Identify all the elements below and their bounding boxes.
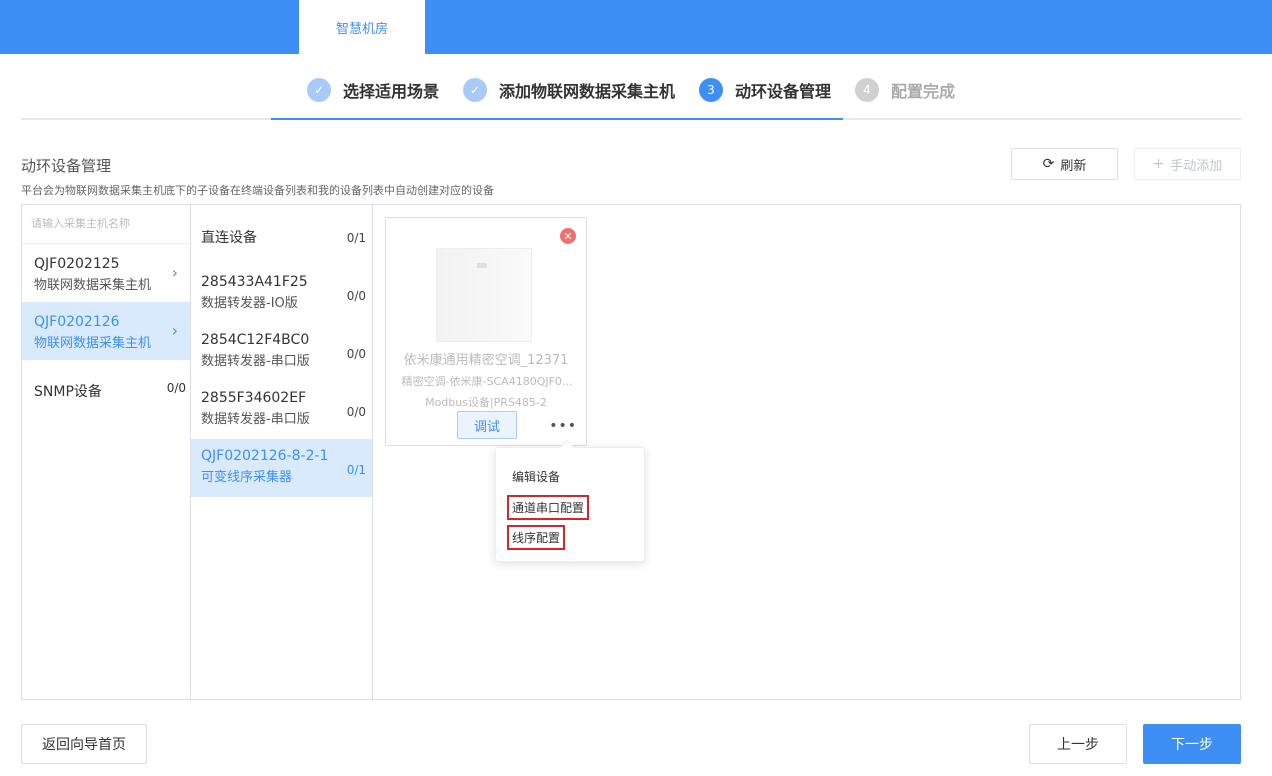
snmp-label: SNMP设备 [34, 384, 102, 400]
host-name: QJF0202126 [34, 314, 120, 330]
step-device-management: 3 动环设备管理 [699, 78, 831, 102]
back-to-wizard-home-button[interactable]: 返回向导首页 [21, 724, 147, 764]
top-bar: 智慧机房 [0, 0, 1272, 54]
list-item[interactable]: QJF0202126-8-2-1 可变线序采集器 0/1 [191, 439, 372, 497]
refresh-icon: ⟳ [1042, 156, 1055, 172]
host-type: 物联网数据采集主机 [34, 278, 152, 293]
context-menu: 编辑设备 通道串口配置 线序配置 [495, 439, 645, 562]
debug-button[interactable]: 调试 [457, 411, 517, 439]
list-item[interactable]: 285433A41F25 数据转发器-IO版 0/0 [191, 265, 372, 323]
steps-active-underline [271, 118, 843, 120]
host-item[interactable]: QJF0202125 物联网数据采集主机 › [22, 244, 190, 302]
device-name: 285433A41F25 [201, 274, 308, 290]
wizard-steps: ✓ 选择适用场景 ✓ 添加物联网数据采集主机 3 动环设备管理 4 配置完成 [21, 70, 1241, 120]
device-name: QJF0202126-8-2-1 [201, 448, 329, 464]
section-description: 平台会为物联网数据采集主机底下的子设备在终端设备列表和我的设备列表中自动创建对应… [21, 184, 494, 197]
step-label: 选择适用场景 [343, 82, 440, 101]
next-step-button[interactable]: 下一步 [1143, 724, 1241, 764]
menu-item-wiring-sequence-config[interactable]: 线序配置 [507, 525, 566, 550]
air-conditioner-image [436, 248, 532, 342]
device-count: 0/0 [346, 289, 366, 303]
device-count: 0/1 [346, 463, 366, 477]
step-label: 配置完成 [891, 82, 956, 101]
check-icon: ✓ [463, 78, 487, 102]
tab-smart-room[interactable]: 智慧机房 [299, 0, 425, 54]
chevron-right-icon: › [171, 263, 178, 282]
step-number: 4 [855, 78, 879, 102]
host-search [22, 205, 190, 244]
step-add-host: ✓ 添加物联网数据采集主机 [463, 78, 675, 102]
host-search-input[interactable] [31, 218, 181, 230]
step-number: 3 [699, 78, 723, 102]
previous-step-button[interactable]: 上一步 [1029, 724, 1127, 764]
manual-add-button[interactable]: + 手动添加 [1134, 148, 1241, 180]
host-item[interactable]: QJF0202126 物联网数据采集主机 › [22, 302, 190, 360]
manual-add-label: 手动添加 [1170, 158, 1223, 174]
host-name: QJF0202125 [34, 256, 120, 272]
section-title: 动环设备管理 [21, 157, 112, 175]
refresh-button[interactable]: ⟳ 刷新 [1011, 148, 1118, 180]
plus-icon: + [1152, 156, 1165, 172]
host-type: 物联网数据采集主机 [34, 336, 152, 351]
step-select-scene: ✓ 选择适用场景 [307, 78, 439, 102]
chevron-right-icon: › [171, 321, 178, 340]
device-card-name: 依米康通用精密空调_12371 [403, 353, 569, 368]
device-count: 0/0 [346, 347, 366, 361]
list-item[interactable]: 2855F34602EF 数据转发器-串口版 0/0 [191, 381, 372, 439]
device-count: 0/0 [346, 405, 366, 419]
menu-item-channel-serial-config[interactable]: 通道串口配置 [507, 495, 590, 520]
more-icon[interactable]: ••• [549, 418, 577, 434]
check-icon: ✓ [307, 78, 331, 102]
device-card-model: 精密空调-依米康-SCA4180QJF0... [401, 375, 573, 388]
refresh-label: 刷新 [1060, 158, 1087, 174]
sub-device-list: 直连设备 0/1 285433A41F25 数据转发器-IO版 0/0 2854… [191, 205, 373, 699]
step-label: 添加物联网数据采集主机 [499, 82, 676, 101]
snmp-count: 0/0 [166, 381, 186, 395]
device-name: 2855F34602EF [201, 390, 307, 406]
step-label: 动环设备管理 [735, 82, 832, 101]
close-icon[interactable]: ✕ [560, 228, 576, 244]
list-item[interactable]: 2854C12F4BC0 数据转发器-串口版 0/0 [191, 323, 372, 381]
device-name: 2854C12F4BC0 [201, 332, 310, 348]
device-card-protocol: Modbus设备|PRS485-2 [425, 396, 547, 409]
direct-devices-count: 0/1 [346, 231, 366, 245]
step-complete: 4 配置完成 [855, 78, 955, 102]
direct-devices-item[interactable]: 直连设备 [201, 227, 257, 247]
menu-item-edit-device[interactable]: 编辑设备 [512, 468, 560, 485]
device-card: ✕ 依米康通用精密空调_12371 精密空调-依米康-SCA4180QJF0..… [385, 217, 587, 446]
host-list: QJF0202125 物联网数据采集主机 › QJF0202126 物联网数据采… [22, 205, 191, 699]
snmp-devices-item[interactable]: SNMP设备 0/0 [34, 381, 186, 401]
